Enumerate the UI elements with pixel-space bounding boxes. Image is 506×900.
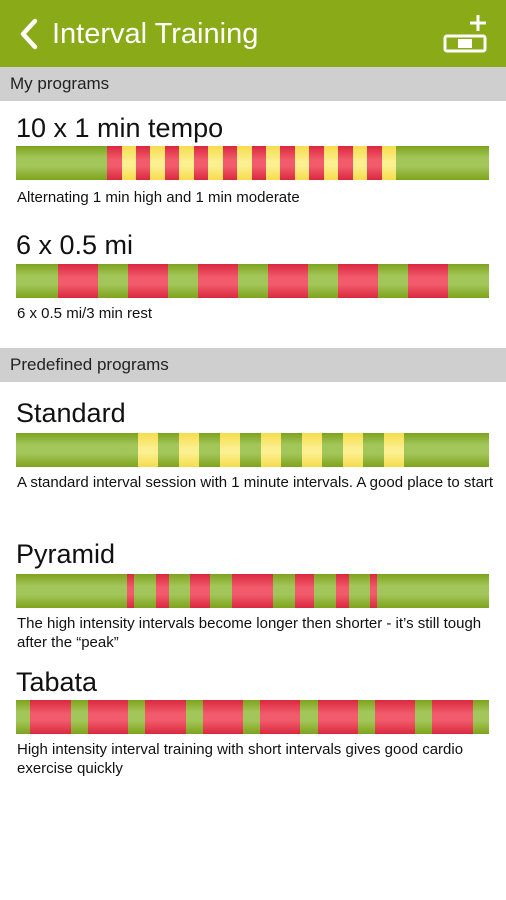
program-bar <box>16 264 489 298</box>
moderate-interval-segment <box>323 146 339 180</box>
moderate-interval-segment <box>265 146 281 180</box>
program-item-tabata[interactable]: Tabata High intensity interval training … <box>0 664 506 794</box>
high-interval-segment <box>145 700 186 734</box>
high-interval-segment <box>338 264 379 298</box>
program-description: A standard interval session with 1 minut… <box>17 474 494 491</box>
high-interval-segment <box>127 264 168 298</box>
moderate-interval-segment <box>149 146 165 180</box>
high-interval-segment <box>190 574 210 608</box>
page-title: Interval Training <box>52 18 259 50</box>
program-item-pyramid[interactable]: Pyramid The high intensity intervals bec… <box>0 530 506 664</box>
high-interval-segment <box>260 700 301 734</box>
high-interval-segment <box>268 264 309 298</box>
program-item-standard[interactable]: Standard A standard interval session wit… <box>0 382 506 530</box>
program-item-tempo[interactable]: 10 x 1 min tempo Alternating 1 min high … <box>0 101 506 219</box>
high-interval-segment <box>58 264 98 298</box>
high-interval-segment <box>375 700 416 734</box>
high-interval-segment <box>369 574 377 608</box>
program-bar <box>16 146 489 180</box>
moderate-interval-segment <box>121 146 136 180</box>
moderate-interval-segment <box>343 433 364 467</box>
high-interval-segment <box>309 146 324 180</box>
program-description: Alternating 1 min high and 1 min moderat… <box>17 189 300 206</box>
high-interval-segment <box>335 574 349 608</box>
high-interval-segment <box>251 146 266 180</box>
add-program-icon[interactable] <box>440 12 490 56</box>
high-interval-segment <box>87 700 129 734</box>
high-interval-segment <box>222 146 237 180</box>
section-header-predefined-programs: Predefined programs <box>0 348 506 382</box>
program-name: Standard <box>16 398 126 428</box>
app-bar: Interval Training <box>0 0 506 67</box>
program-name: 6 x 0.5 mi <box>16 230 134 260</box>
high-interval-segment <box>408 264 449 298</box>
program-description: High intensity interval training with sh… <box>17 741 464 777</box>
back-arrow-icon[interactable] <box>16 18 42 50</box>
moderate-interval-segment <box>381 146 396 180</box>
high-interval-segment <box>317 700 358 734</box>
program-bar <box>16 433 489 467</box>
high-interval-segment <box>156 574 169 608</box>
program-description: The high intensity intervals become long… <box>17 615 482 651</box>
high-interval-segment <box>30 700 71 734</box>
high-interval-segment <box>135 146 150 180</box>
high-interval-segment <box>106 146 122 180</box>
moderate-interval-segment <box>295 146 310 180</box>
moderate-interval-segment <box>219 433 240 467</box>
high-interval-segment <box>366 146 382 180</box>
program-name: Tabata <box>16 667 98 697</box>
high-interval-segment <box>338 146 353 180</box>
program-bar <box>16 700 489 734</box>
high-interval-segment <box>127 574 135 608</box>
section-header-my-programs: My programs <box>0 67 506 101</box>
moderate-interval-segment <box>261 433 281 467</box>
program-bar <box>16 574 489 608</box>
moderate-interval-segment <box>352 146 367 180</box>
moderate-interval-segment <box>384 433 405 467</box>
high-interval-segment <box>193 146 209 180</box>
program-name: 10 x 1 min tempo <box>16 113 224 143</box>
program-name: Pyramid <box>16 539 116 569</box>
high-interval-segment <box>197 264 238 298</box>
program-description: 6 x 0.5 mi/3 min rest <box>17 305 153 322</box>
moderate-interval-segment <box>179 146 194 180</box>
high-interval-segment <box>231 574 273 608</box>
high-interval-segment <box>164 146 180 180</box>
moderate-interval-segment <box>302 433 323 467</box>
high-interval-segment <box>432 700 473 734</box>
moderate-interval-segment <box>138 433 158 467</box>
high-interval-segment <box>294 574 315 608</box>
high-interval-segment <box>202 700 244 734</box>
moderate-interval-segment <box>208 146 223 180</box>
high-interval-segment <box>280 146 296 180</box>
program-item-half-mile[interactable]: 6 x 0.5 mi 6 x 0.5 mi/3 min rest <box>0 219 506 348</box>
moderate-interval-segment <box>179 433 199 467</box>
moderate-interval-segment <box>236 146 252 180</box>
